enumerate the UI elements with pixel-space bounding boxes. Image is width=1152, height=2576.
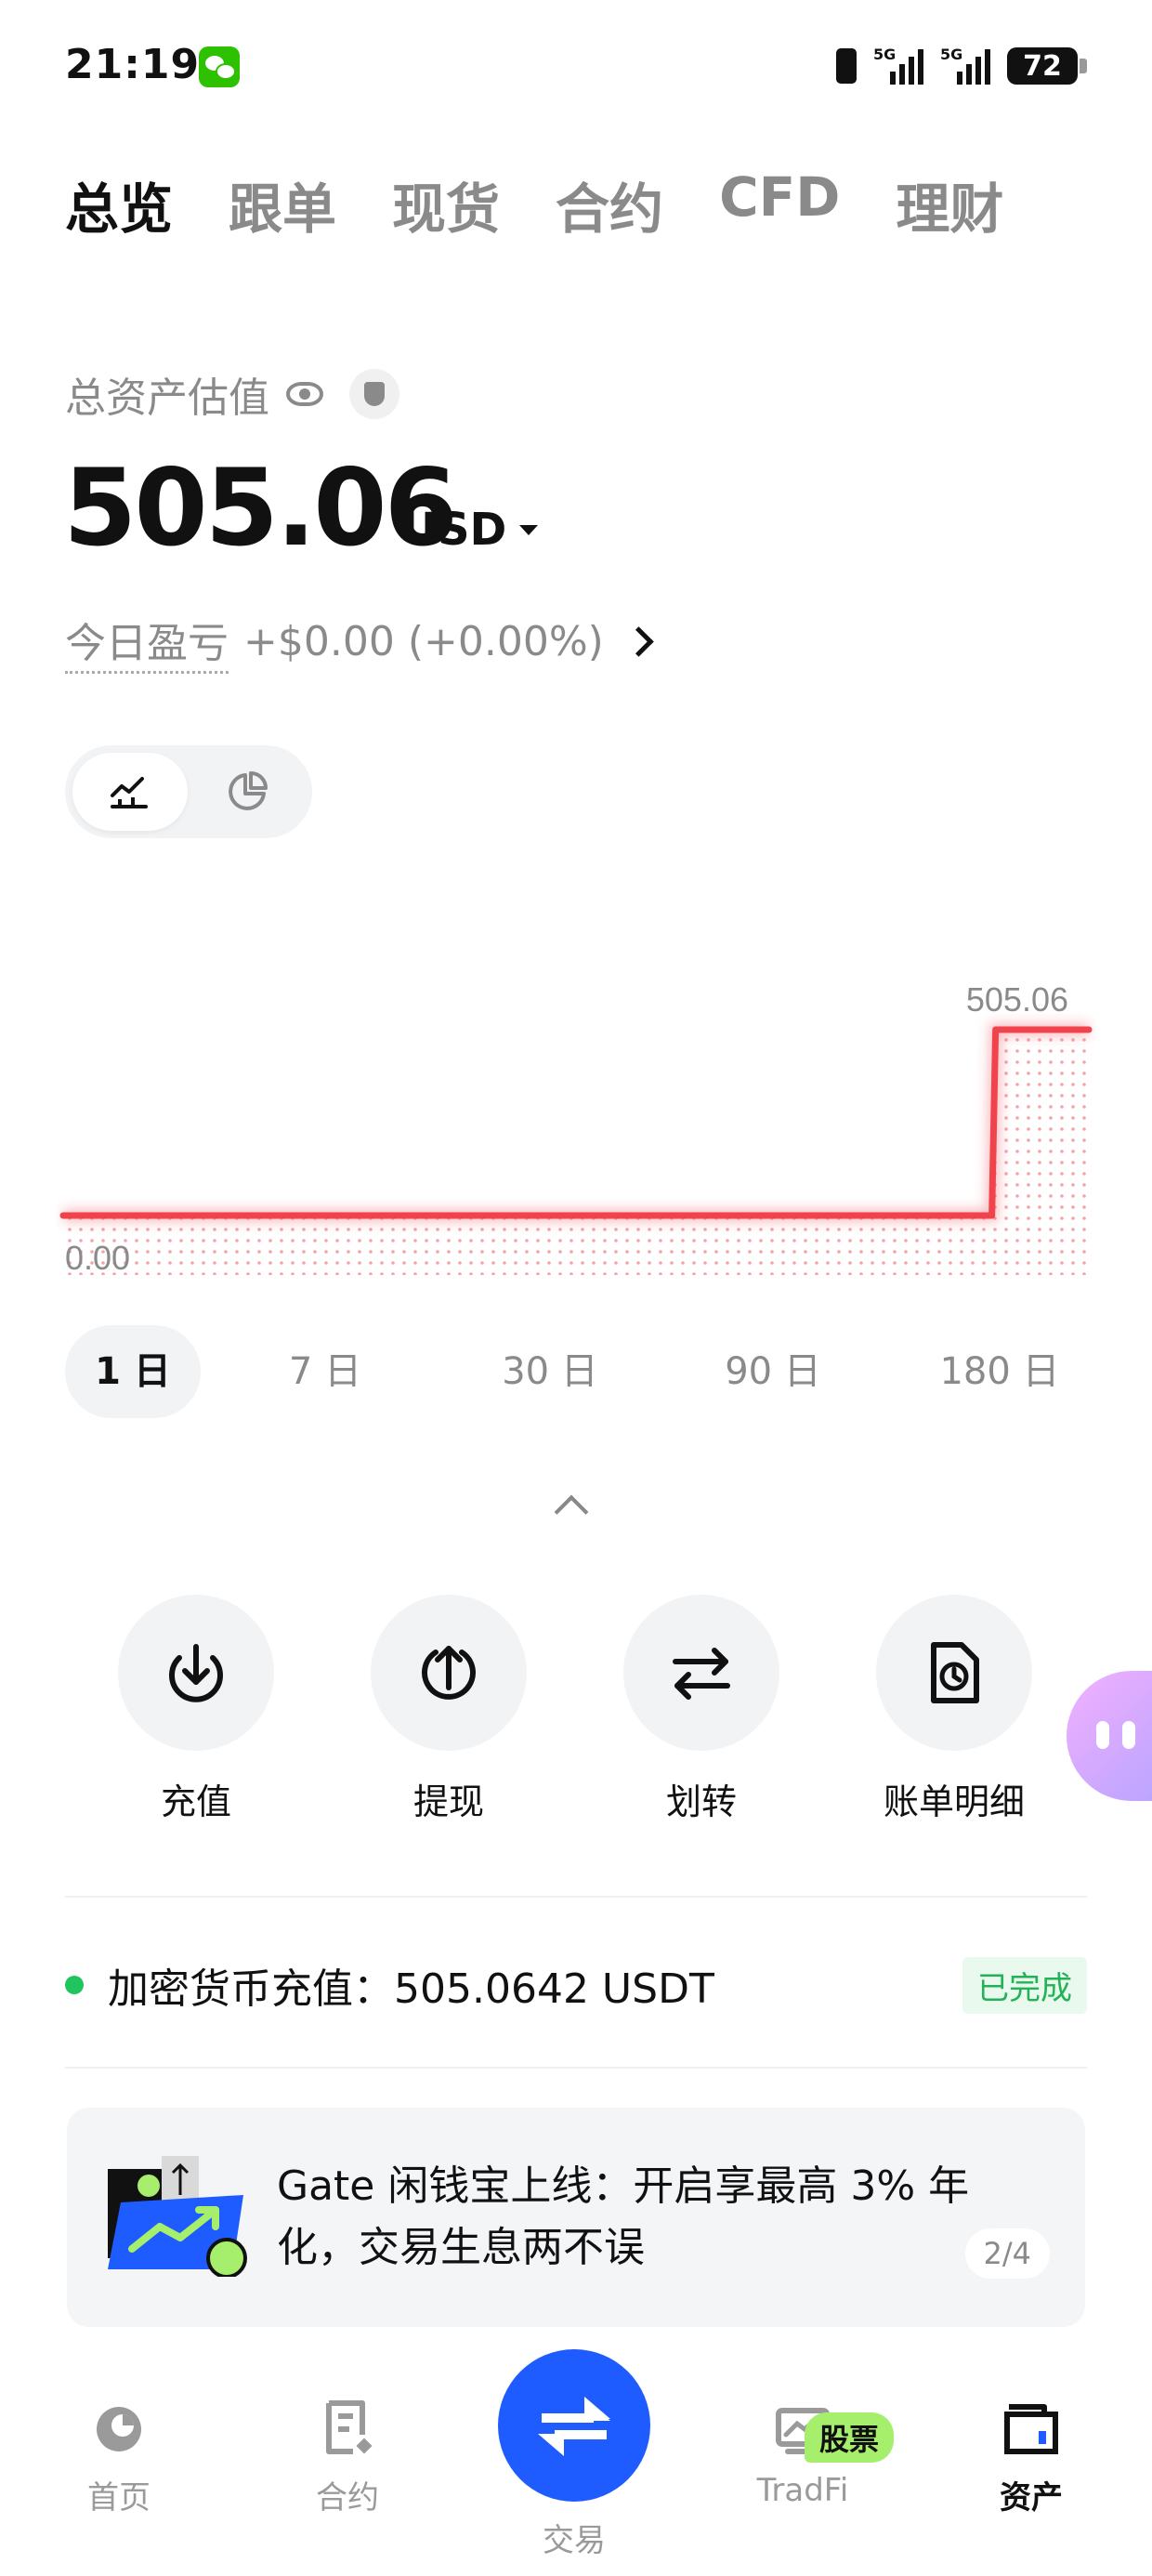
withdraw-label: 提现: [412, 1781, 484, 1822]
trade-button[interactable]: [498, 2349, 650, 2502]
home-icon: [97, 2407, 141, 2451]
chart-type-toggle: [65, 745, 312, 838]
chart-min-label: 0.00: [65, 1239, 130, 1277]
nav-home[interactable]: 首页: [35, 2398, 203, 2517]
tab-copy-trading[interactable]: 跟单: [229, 165, 336, 243]
deposit-notice[interactable]: 加密货币充值：505.0642 USDT 已完成: [65, 1956, 1087, 2014]
tab-earn[interactable]: 理财: [896, 165, 1003, 243]
notice-text: 加密货币充值：505.0642 USDT: [108, 1965, 714, 2013]
eye-icon[interactable]: [286, 382, 323, 406]
range-1d[interactable]: 1 日: [65, 1325, 201, 1418]
pie-chart-icon: [229, 771, 268, 810]
transfer-button[interactable]: 划转: [595, 1595, 808, 1824]
status-indicators: 5G 5G 72: [836, 45, 1087, 87]
status-dot: [65, 1976, 84, 1994]
nav-tradfi-label: TradFi: [756, 2472, 849, 2509]
today-pnl-value: +$0.00 (+0.00%): [243, 618, 604, 665]
range-7d[interactable]: 7 日: [264, 1325, 386, 1418]
nav-futures[interactable]: 合约: [264, 2398, 431, 2517]
wallet-icon: [1004, 2404, 1058, 2454]
time-range-selector: 1 日 7 日 30 日 90 日 180 日: [65, 1325, 1087, 1418]
promo-illustration-icon: [108, 2156, 247, 2277]
asset-line-chart: 505.06 0.00: [59, 980, 1093, 1277]
promo-banner[interactable]: Gate 闲钱宝上线：开启享最高 3% 年化，交易生息两不误 2/4: [67, 2108, 1085, 2327]
transfer-label: 划转: [665, 1781, 737, 1822]
divider: [65, 2067, 1087, 2069]
deposit-button[interactable]: 充值: [89, 1595, 303, 1824]
banner-page-indicator: 2/4: [964, 2228, 1050, 2279]
status-badge: 已完成: [962, 1956, 1087, 2014]
battery-icon: 72: [1007, 47, 1087, 85]
nav-assets-label: 资产: [1000, 2479, 1063, 2517]
bill-icon: [931, 1642, 979, 1703]
tab-cfd[interactable]: CFD: [719, 165, 840, 243]
chevron-up-icon[interactable]: [554, 1494, 589, 1530]
deposit-label: 充值: [160, 1781, 231, 1822]
total-assets-label-row: 总资产估值: [65, 364, 399, 424]
withdraw-button[interactable]: 提现: [342, 1595, 556, 1824]
range-90d[interactable]: 90 日: [704, 1325, 842, 1418]
line-chart-toggle[interactable]: [72, 753, 188, 831]
nav-assets[interactable]: 资产: [948, 2398, 1115, 2517]
range-30d[interactable]: 30 日: [481, 1325, 619, 1418]
line-chart-icon: [111, 777, 148, 808]
today-pnl-row[interactable]: 今日盈亏 +$0.00 (+0.00%): [65, 610, 654, 674]
divider: [65, 1896, 1087, 1898]
currency-selector[interactable]: USD: [401, 504, 539, 556]
pie-chart-toggle[interactable]: [190, 753, 305, 831]
tab-spot[interactable]: 现货: [392, 165, 500, 243]
futures-icon: [326, 2400, 373, 2454]
chevron-right-icon: [623, 626, 654, 657]
shield-icon[interactable]: [349, 369, 399, 419]
withdraw-icon: [422, 1646, 476, 1700]
wechat-icon: [199, 46, 240, 87]
tab-futures[interactable]: 合约: [556, 165, 663, 243]
top-tabs: 总览 跟单 现货 合约 CFD 理财: [65, 165, 1003, 243]
caret-down-icon: [519, 524, 539, 535]
status-time: 21:19: [65, 41, 201, 88]
signal-5g-icon-2: 5G: [940, 46, 990, 85]
stock-badge: 股票: [805, 2412, 895, 2463]
range-180d[interactable]: 180 日: [916, 1325, 1083, 1418]
nav-futures-label: 合约: [316, 2479, 379, 2517]
total-assets-value: 505.06: [63, 446, 458, 570]
chart-series-line: [59, 1026, 1093, 1219]
signal-5g-icon: 5G: [873, 46, 923, 85]
promo-text: Gate 闲钱宝上线：开启享最高 3% 年化，交易生息两不误: [277, 2162, 970, 2271]
swap-icon: [538, 2397, 610, 2456]
transfer-icon: [673, 1648, 730, 1700]
nav-home-label: 首页: [87, 2479, 151, 2517]
chart-line-glow: [63, 1023, 1089, 1222]
chart-max-label: 505.06: [966, 980, 1068, 1019]
bill-details-label: 账单明细: [883, 1781, 1025, 1822]
total-assets-label: 总资产估值: [65, 375, 269, 422]
deposit-icon: [169, 1644, 223, 1702]
assistant-float-button[interactable]: [1067, 1671, 1152, 1801]
tab-overview[interactable]: 总览: [65, 165, 173, 243]
currency-label: USD: [401, 504, 507, 556]
nav-trade-label: 交易: [543, 2522, 606, 2559]
today-pnl-label[interactable]: 今日盈亏: [65, 610, 229, 674]
vibrate-icon: [836, 48, 857, 84]
chart-area-fill: [63, 1030, 1089, 1275]
bill-details-button[interactable]: 账单明细: [847, 1595, 1061, 1824]
